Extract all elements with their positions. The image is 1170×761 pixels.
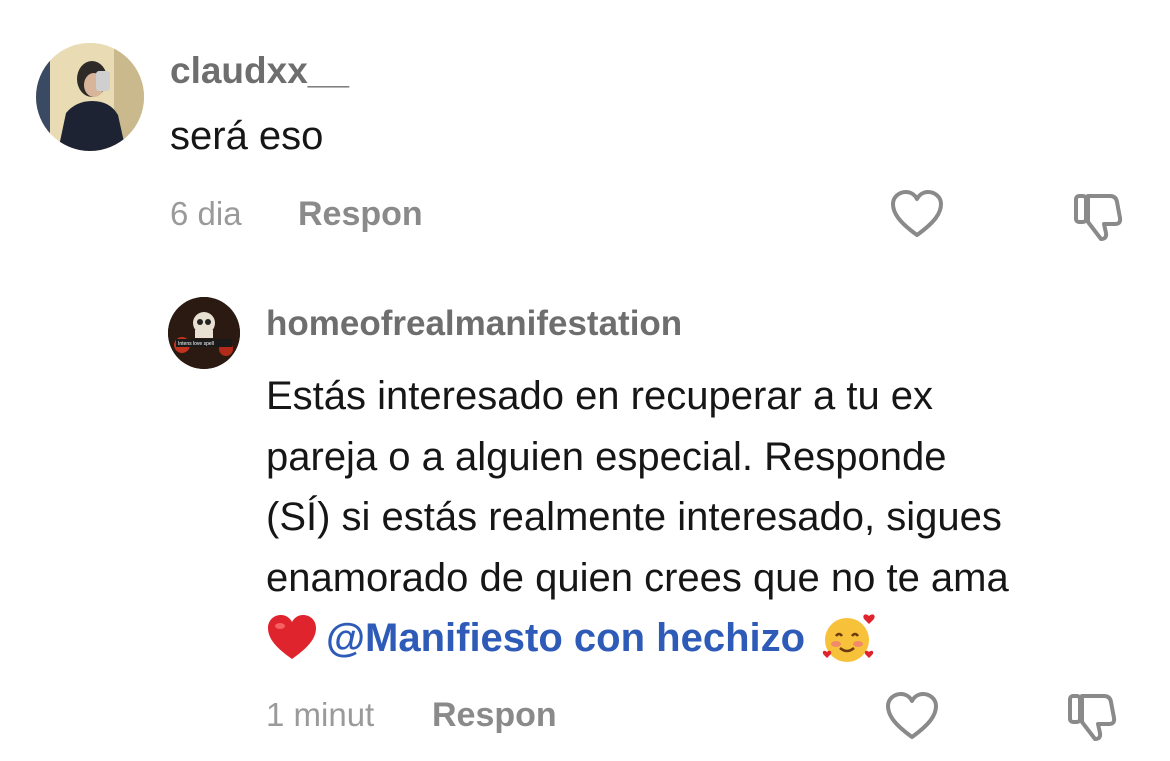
heart-emoji [266, 614, 318, 662]
smiling-face-with-hearts-emoji [819, 610, 879, 666]
comment-username[interactable]: claudxx__ [170, 50, 349, 92]
comment-text-line: Estás interesado en recuperar a tu ex [266, 374, 934, 418]
mention-link[interactable]: @Manifiesto con hechizo [326, 608, 805, 669]
comment-username[interactable]: homeofrealmanifestation [266, 304, 682, 344]
comment-text-line: (SÍ) si estás realmente interesado, sigu… [266, 495, 1002, 539]
avatar[interactable] [36, 43, 144, 151]
comment-timestamp: 6 dia [170, 195, 242, 232]
comment-1: claudxx__ será eso 6 dia Respon [0, 0, 1170, 260]
reply-button[interactable]: Respon [298, 195, 423, 234]
comment-text-line: pareja o a alguien especial. Responde [266, 434, 947, 479]
avatar-caption: Intens love spell [178, 341, 214, 347]
comment-timestamp: 1 minut [266, 696, 375, 733]
dislike-thumbs-down-icon[interactable] [1064, 688, 1120, 749]
comment-text: Estás interesado en recuperar a tu ex pa… [266, 366, 1156, 669]
avatar[interactable]: Intens love spell [168, 297, 240, 369]
like-heart-icon[interactable] [889, 188, 945, 245]
like-heart-icon[interactable] [884, 690, 940, 747]
dislike-thumbs-down-icon[interactable] [1070, 188, 1126, 249]
avatar-photo [168, 297, 240, 369]
comment-2: Intens love spell homeofrealmanifestatio… [0, 260, 1170, 761]
avatar-photo [36, 43, 144, 151]
comment-text-line: enamorado de quien crees que no te ama [266, 555, 1009, 600]
comment-text-line: @Manifiesto con hechizo [266, 608, 1156, 669]
reply-button[interactable]: Respon [432, 696, 557, 735]
comment-text: será eso [170, 114, 324, 158]
